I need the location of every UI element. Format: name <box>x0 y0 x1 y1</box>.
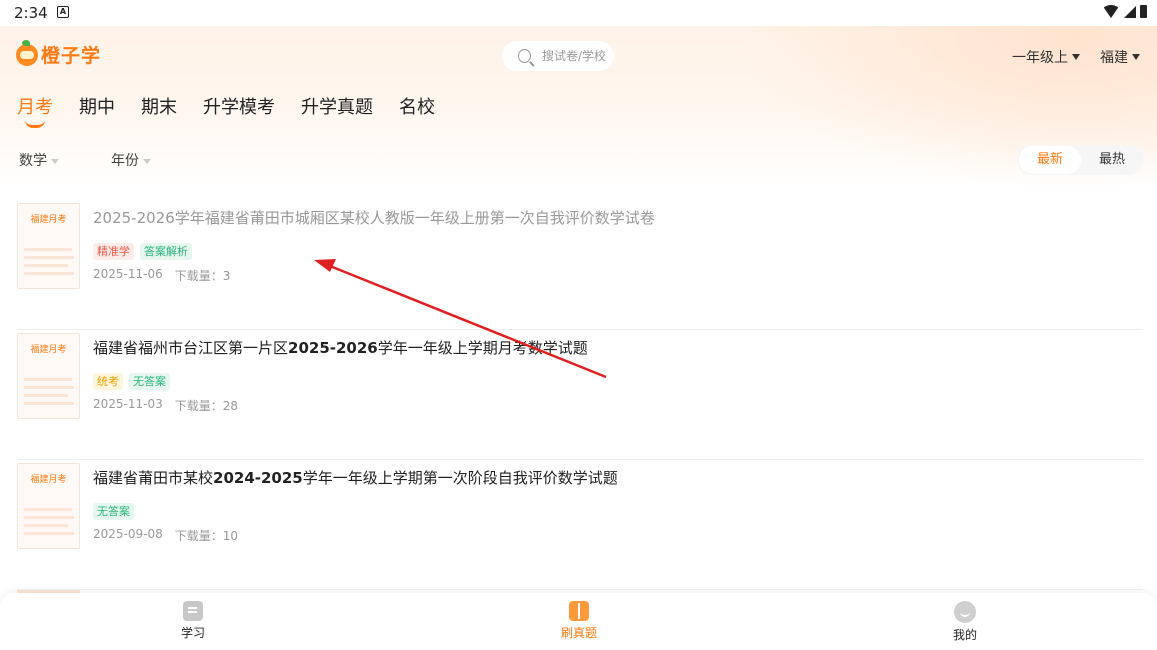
sort-hottest-button[interactable]: 最热 <box>1081 146 1143 174</box>
exam-type-tabs: 月考 期中 期末 升学模考 升学真题 名校 <box>17 93 461 128</box>
title-year: 2025-2026 <box>288 339 378 357</box>
tag-badge: 无答案 <box>129 373 170 390</box>
paper-item[interactable]: 福建月考 福建省莆田市某校2024-2025学年一年级上学期第一次阶段自我评价数… <box>17 460 1143 590</box>
search-bar[interactable] <box>502 41 614 71</box>
paper-meta: 2025-09-08 下载量：10 <box>93 527 238 544</box>
nav-profile[interactable]: 我的 <box>935 601 995 643</box>
sort-toggle: 最新 最热 <box>1017 145 1143 175</box>
tab-label: 月考 <box>17 97 53 118</box>
paper-downloads: 下载量：3 <box>174 269 231 283</box>
tab-real-entrance[interactable]: 升学真题 <box>301 93 373 119</box>
status-bar: 2:34 A <box>0 0 1157 26</box>
paper-thumbnail: 福建月考 <box>17 203 80 289</box>
nav-study[interactable]: 学习 <box>163 601 223 641</box>
tab-label: 名校 <box>399 97 435 118</box>
tag-badge: 答案解析 <box>140 243 192 260</box>
book-icon <box>569 601 589 621</box>
title-text: 福建省福州市台江区第一片区 <box>93 339 289 357</box>
thumbnail-line <box>24 264 68 267</box>
battery-icon <box>1140 5 1147 18</box>
orange-logo-icon <box>16 39 38 66</box>
tab-monthly[interactable]: 月考 <box>17 93 53 128</box>
sort-latest-button[interactable]: 最新 <box>1019 146 1081 174</box>
paper-thumbnail: 福建月考 <box>17 333 80 419</box>
tab-mock-entrance[interactable]: 升学模考 <box>203 93 275 119</box>
profile-icon <box>954 601 976 623</box>
paper-item[interactable]: 福建月考 2025-2026学年福建省莆田市城厢区某校人教版一年级上册第一次自我… <box>17 200 1143 330</box>
thumbnail-label: 福建月考 <box>30 475 67 485</box>
thumbnail-line <box>24 386 74 389</box>
tab-famous-school[interactable]: 名校 <box>399 93 435 119</box>
thumbnail-line <box>24 532 74 535</box>
title-year: 2024-2025 <box>213 469 303 487</box>
chevron-down-icon <box>51 158 59 164</box>
tab-label: 升学真题 <box>301 97 373 118</box>
paper-title[interactable]: 2025-2026学年福建省莆田市城厢区某校人教版一年级上册第一次自我评价数学试… <box>93 207 655 228</box>
paper-date: 2025-11-06 <box>93 267 163 281</box>
tag-badge: 无答案 <box>93 503 134 520</box>
paper-downloads: 下载量：10 <box>174 529 239 543</box>
paper-thumbnail: 福建月考 <box>17 463 80 549</box>
region-selector[interactable]: 福建 <box>1100 47 1140 67</box>
paper-list: 福建月考 2025-2026学年福建省莆田市城厢区某校人教版一年级上册第一次自我… <box>17 200 1143 590</box>
search-icon <box>518 49 531 63</box>
bottom-navigation: 学习 刷真题 我的 <box>0 593 1157 650</box>
grade-label: 一年级上 <box>1012 50 1068 66</box>
region-label: 福建 <box>1100 50 1128 66</box>
tab-label: 升学模考 <box>203 97 275 118</box>
paper-meta: 2025-11-03 下载量：28 <box>93 397 238 414</box>
search-input[interactable] <box>542 49 614 63</box>
thumbnail-line <box>24 248 72 251</box>
nav-label: 刷真题 <box>560 626 597 640</box>
notification-icon: A <box>57 6 69 18</box>
title-text: 福建省莆田市某校 <box>93 469 214 487</box>
nav-practice-papers[interactable]: 刷真题 <box>549 601 609 641</box>
year-filter[interactable]: 年份 <box>111 150 151 170</box>
app-name: 橙子学 <box>41 45 102 67</box>
paper-meta: 2025-11-06 下载量：3 <box>93 267 230 284</box>
tab-label: 期末 <box>141 97 177 118</box>
tag-badge: 统考 <box>93 373 123 390</box>
app-logo: 橙子学 <box>16 39 102 68</box>
thumbnail-line <box>24 272 74 275</box>
thumbnail-line <box>24 402 74 405</box>
chevron-down-icon <box>143 158 151 164</box>
thumbnail-line <box>24 508 72 511</box>
paper-tags: 统考 无答案 <box>93 373 170 390</box>
thumbnail-line <box>24 524 68 527</box>
tag-badge: 精准学 <box>93 243 134 260</box>
thumbnail-line <box>24 378 72 381</box>
grade-selector[interactable]: 一年级上 <box>1012 47 1080 67</box>
chevron-down-icon <box>1132 54 1140 60</box>
chevron-down-icon <box>1072 54 1080 60</box>
thumbnail-label: 福建月考 <box>30 345 67 355</box>
paper-tags: 精准学 答案解析 <box>93 243 192 260</box>
tab-midterm[interactable]: 期中 <box>79 93 115 119</box>
signal-icon <box>1124 5 1136 18</box>
paper-title[interactable]: 福建省莆田市某校2024-2025学年一年级上学期第一次阶段自我评价数学试题 <box>93 467 618 488</box>
tab-label: 期中 <box>79 97 115 118</box>
paper-downloads: 下载量：28 <box>174 399 239 413</box>
paper-title[interactable]: 福建省福州市台江区第一片区2025-2026学年一年级上学期月考数学试题 <box>93 337 588 358</box>
status-time: 2:34 <box>14 4 48 22</box>
year-label: 年份 <box>111 153 139 169</box>
thumbnail-label: 福建月考 <box>30 215 67 225</box>
system-icons <box>1102 5 1147 18</box>
subject-label: 数学 <box>19 153 47 169</box>
paper-item[interactable]: 福建月考 福建省福州市台江区第一片区2025-2026学年一年级上学期月考数学试… <box>17 330 1143 460</box>
wifi-icon <box>1102 5 1120 18</box>
thumbnail-line <box>24 256 74 259</box>
title-text: 学年一年级上学期第一次阶段自我评价数学试题 <box>302 469 618 487</box>
thumbnail-line <box>24 394 68 397</box>
paper-tags: 无答案 <box>93 503 134 520</box>
nav-label: 我的 <box>952 628 977 642</box>
paper-date: 2025-11-03 <box>93 397 163 411</box>
thumbnail-line <box>24 516 74 519</box>
nav-label: 学习 <box>180 626 205 640</box>
paper-date: 2025-09-08 <box>93 527 163 541</box>
tab-final[interactable]: 期末 <box>141 93 177 119</box>
study-icon <box>183 601 203 621</box>
subject-filter[interactable]: 数学 <box>19 150 59 170</box>
title-text: 学年一年级上学期月考数学试题 <box>377 339 588 357</box>
